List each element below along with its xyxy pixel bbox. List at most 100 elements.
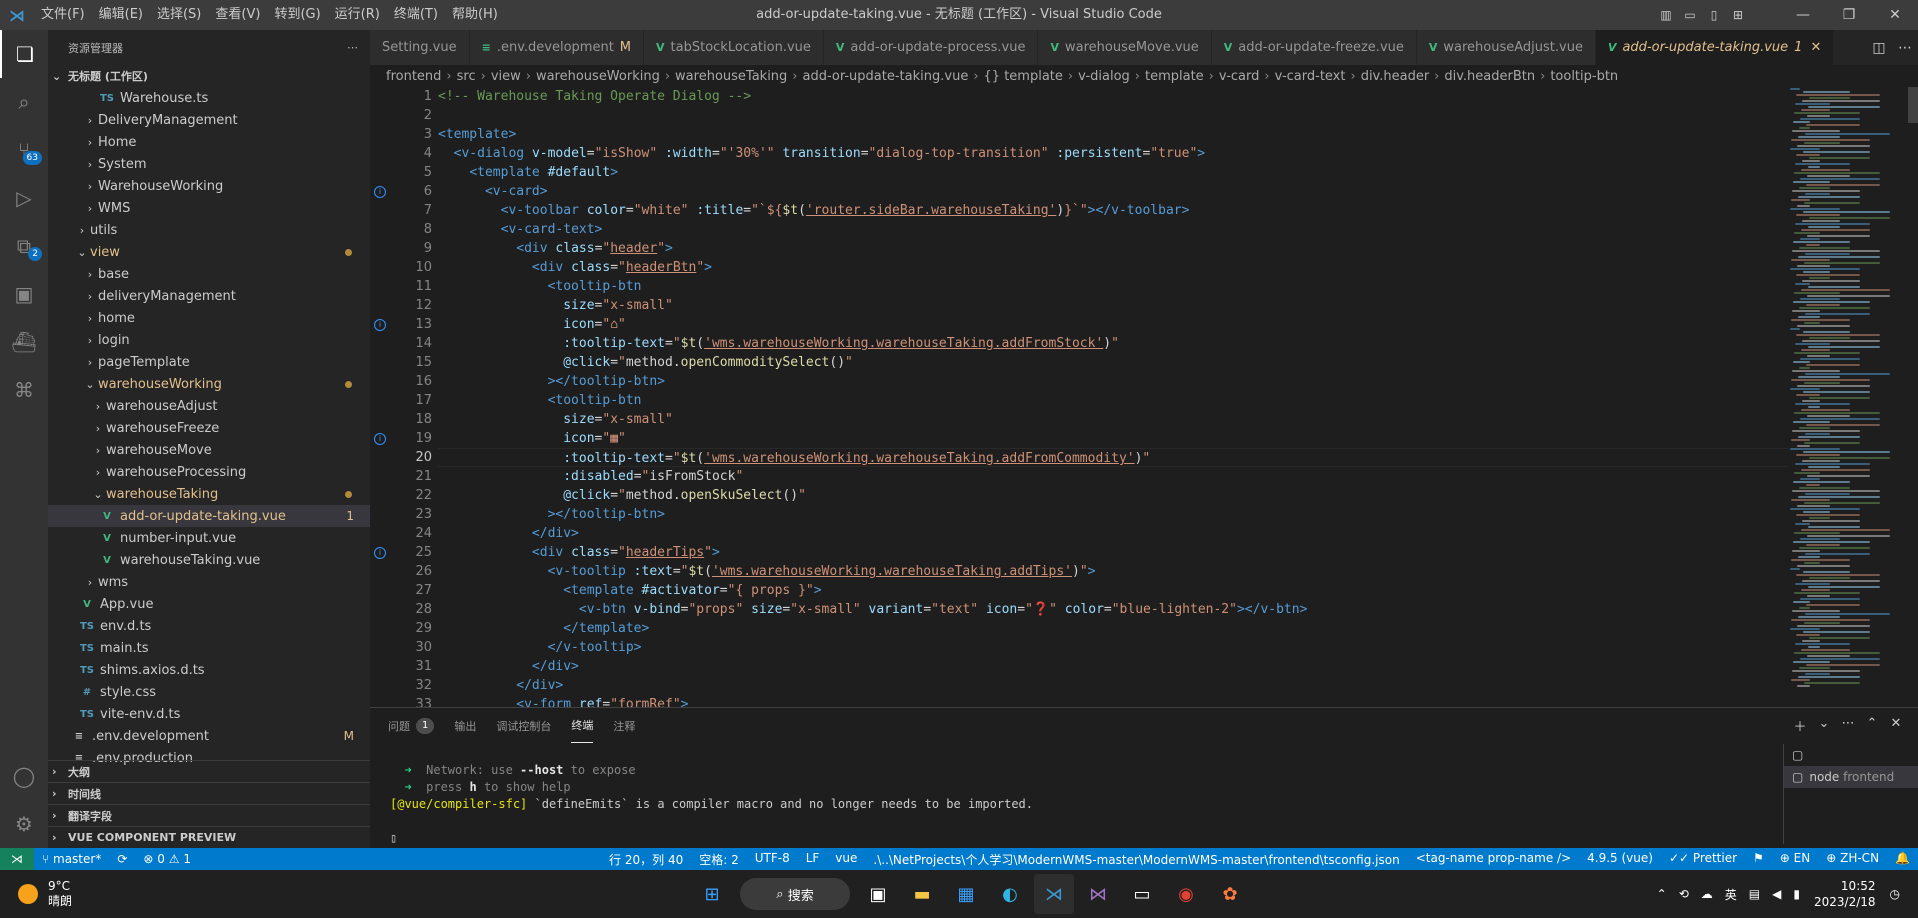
search-icon[interactable]: ⌕ bbox=[0, 78, 48, 126]
sidebar-section[interactable]: › 翻译字段 bbox=[48, 804, 370, 826]
close-window-button[interactable]: ✕ bbox=[1872, 0, 1918, 30]
docker-icon[interactable]: ⛴ bbox=[0, 318, 48, 366]
tree-item[interactable]: › DeliveryManagement bbox=[48, 109, 370, 131]
run-debug-icon[interactable]: ▷ bbox=[0, 174, 48, 222]
visual-studio-icon[interactable]: ⋈ bbox=[1078, 874, 1118, 914]
ime-indicator[interactable]: 英 bbox=[1719, 886, 1743, 903]
toggle-panel-icon[interactable]: ▭ bbox=[1678, 0, 1702, 30]
tree-item[interactable]: TS shims.axios.d.ts bbox=[48, 659, 370, 681]
code-line[interactable]: size="x-small" bbox=[438, 410, 1788, 429]
menu-item[interactable]: 运行(R) bbox=[328, 0, 387, 30]
app-icon[interactable]: ✿ bbox=[1210, 874, 1250, 914]
customize-layout-icon[interactable]: ⊞ bbox=[1726, 0, 1750, 30]
tree-item[interactable]: ⌄ view bbox=[48, 241, 370, 263]
language-mode[interactable]: vue bbox=[827, 851, 865, 868]
tree-item[interactable]: › wms bbox=[48, 571, 370, 593]
tree-item[interactable]: › login bbox=[48, 329, 370, 351]
minimize-button[interactable]: — bbox=[1780, 0, 1826, 30]
close-tab-icon[interactable]: ✕ bbox=[1810, 40, 1821, 55]
code-line[interactable]: </div> bbox=[438, 657, 1788, 676]
vscode-icon[interactable]: ⋊ bbox=[1034, 874, 1074, 914]
tree-item[interactable]: TS Warehouse.ts bbox=[48, 87, 370, 109]
branch-status[interactable]: ⑂ master* bbox=[34, 852, 109, 866]
file-explorer-icon[interactable]: ▬ bbox=[902, 874, 942, 914]
weather-widget[interactable]: 9°C 晴朗 bbox=[0, 879, 220, 909]
menu-item[interactable]: 文件(F) bbox=[34, 0, 92, 30]
more-actions-icon[interactable]: ⋯ bbox=[1892, 40, 1918, 56]
code-line[interactable]: <v-tooltip :text= " $t('wms.warehouseWorki… bbox=[438, 562, 1788, 581]
restore-button[interactable]: ❐ bbox=[1826, 0, 1872, 30]
tree-item[interactable]: › System bbox=[48, 153, 370, 175]
code-line[interactable]: <v-btn v-bind = "props" size = "x-small" var… bbox=[438, 600, 1788, 619]
chrome-icon[interactable]: ◉ bbox=[1166, 874, 1206, 914]
cursor-position[interactable]: 行 20，列 40 bbox=[601, 851, 691, 868]
panel-tab[interactable]: 终端 bbox=[571, 708, 594, 743]
terminal-app-icon[interactable]: ▭ bbox=[1122, 874, 1162, 914]
tree-item[interactable]: ⌄ warehouseWorking bbox=[48, 373, 370, 395]
panel-tab[interactable]: 注释 bbox=[613, 708, 635, 743]
more-actions-icon[interactable]: ⋯ bbox=[1836, 716, 1860, 735]
code-editor[interactable]: 1 2 3 4 5 6 i 7 8 9 10 11 12 13 i 14 15 16 17 18 19 i 20 21 22 23… bbox=[370, 87, 1790, 707]
split-editor-icon[interactable]: ◫ bbox=[1866, 40, 1892, 56]
info-icon[interactable]: i bbox=[374, 186, 386, 198]
taskbar-search[interactable]: ⌕ 搜索 bbox=[740, 878, 850, 910]
indentation[interactable]: 空格: 2 bbox=[691, 851, 747, 868]
tree-item[interactable]: ⌄ warehouseTaking bbox=[48, 483, 370, 505]
editor-tab[interactable]: Vadd-or-update-process.vue bbox=[823, 30, 1039, 65]
code-line[interactable]: icon="⌂" bbox=[438, 315, 1788, 334]
breadcrumb-item[interactable]: frontend bbox=[386, 69, 441, 84]
notification-center-icon[interactable]: ◷ bbox=[1884, 887, 1906, 901]
code-lines[interactable]: <!-- Warehouse Taking Operate Dialog -->… bbox=[438, 87, 1788, 707]
breadcrumb-item[interactable]: view bbox=[491, 69, 521, 84]
more-actions-icon[interactable]: ⋯ bbox=[347, 41, 358, 54]
sidebar-section[interactable]: › 大纲 bbox=[48, 760, 370, 782]
tree-item[interactable]: › utils bbox=[48, 219, 370, 241]
new-terminal-icon[interactable]: ＋ bbox=[1788, 716, 1812, 735]
remote-icon[interactable]: ⋊ bbox=[0, 848, 34, 870]
code-line[interactable]: :tooltip-text="$t('wms.warehouseWorking.… bbox=[438, 334, 1788, 353]
scrollbar-thumb[interactable] bbox=[1908, 87, 1918, 123]
encoding[interactable]: UTF-8 bbox=[747, 851, 798, 868]
account-icon[interactable]: ◯ bbox=[0, 752, 48, 800]
info-icon[interactable]: i bbox=[374, 319, 386, 331]
remote-explorer-icon[interactable]: ▣ bbox=[0, 270, 48, 318]
toggle-secondary-sidebar-icon[interactable]: ▯ bbox=[1702, 0, 1726, 30]
editor-scrollbar[interactable] bbox=[1908, 87, 1918, 707]
code-line[interactable]: icon="▦" bbox=[438, 429, 1788, 448]
code-line[interactable]: <template> bbox=[438, 125, 1788, 144]
maximize-panel-icon[interactable]: ⌃ bbox=[1860, 716, 1884, 735]
source-control-icon[interactable]: ⑂ 63 bbox=[0, 126, 48, 174]
menu-item[interactable]: 编辑(E) bbox=[92, 0, 150, 30]
tree-item[interactable]: › deliveryManagement bbox=[48, 285, 370, 307]
tree-item[interactable]: ≡ .env.development M bbox=[48, 725, 370, 747]
code-line[interactable]: <v-card-text> bbox=[438, 220, 1788, 239]
close-panel-icon[interactable]: ✕ bbox=[1884, 716, 1908, 735]
workspace-section[interactable]: ⌄ 无标题 (工作区) bbox=[48, 65, 370, 87]
tree-item[interactable]: › warehouseAdjust bbox=[48, 395, 370, 417]
extensions-icon[interactable]: ⧉ 2 bbox=[0, 222, 48, 270]
editor-tab[interactable]: VwarehouseMove.vue bbox=[1038, 30, 1212, 65]
tsconfig-path[interactable]: .\..\NetProjects\个人学习\ModernWMS-master\M… bbox=[865, 851, 1407, 868]
tree-item[interactable]: Vadd-or-update-taking.vue 1 bbox=[48, 505, 370, 527]
eol[interactable]: LF bbox=[798, 851, 828, 868]
tree-item[interactable]: › home bbox=[48, 307, 370, 329]
problems-status[interactable]: ⊗ 0 ⚠ 1 bbox=[135, 852, 199, 866]
code-line[interactable]: </template> bbox=[438, 619, 1788, 638]
info-icon[interactable]: i bbox=[374, 433, 386, 445]
code-line[interactable]: <tooltip-btn bbox=[438, 277, 1788, 296]
breadcrumb-item[interactable]: warehouseWorking bbox=[536, 69, 660, 84]
locale-zh[interactable]: ⊕ ZH-CN bbox=[1818, 851, 1887, 868]
code-line[interactable]: @click="method.openSkuSelect()" bbox=[438, 486, 1788, 505]
chevron-up-icon[interactable]: ⌃ bbox=[1651, 887, 1673, 901]
menu-item[interactable]: 帮助(H) bbox=[445, 0, 505, 30]
code-line[interactable]: <v-card> bbox=[438, 182, 1788, 201]
battery-icon[interactable]: ▮ bbox=[1787, 887, 1806, 901]
minimap[interactable] bbox=[1790, 87, 1910, 707]
code-line[interactable]: <v-toolbar color="white" :title="`${$t('… bbox=[438, 201, 1788, 220]
code-line[interactable]: </div> bbox=[438, 676, 1788, 695]
locale-en[interactable]: ⊕ EN bbox=[1772, 851, 1818, 868]
tree-item[interactable]: › pageTemplate bbox=[48, 351, 370, 373]
code-line[interactable]: <div class="header"> bbox=[438, 239, 1788, 258]
tree-item[interactable]: › warehouseMove bbox=[48, 439, 370, 461]
terminal-output[interactable]: ➜ Network: use --host to expose ➜ press … bbox=[390, 762, 1750, 847]
